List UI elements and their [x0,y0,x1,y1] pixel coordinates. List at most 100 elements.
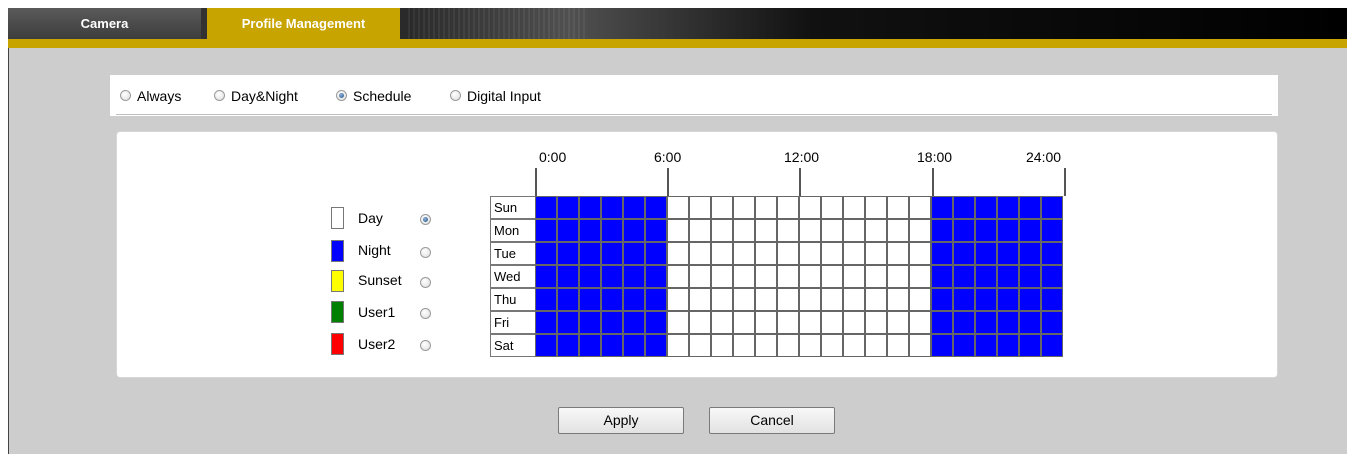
schedule-cell[interactable] [667,311,689,334]
mode-radio-day-night[interactable] [214,90,225,101]
schedule-cell[interactable] [689,219,711,242]
schedule-cell[interactable] [821,196,843,219]
schedule-cell[interactable] [755,196,777,219]
schedule-cell[interactable] [535,288,557,311]
schedule-cell[interactable] [645,288,667,311]
mode-radio-always[interactable] [120,90,131,101]
schedule-cell[interactable] [1019,311,1041,334]
schedule-cell[interactable] [601,219,623,242]
schedule-cell[interactable] [645,265,667,288]
schedule-cell[interactable] [1019,242,1041,265]
schedule-cell[interactable] [997,219,1019,242]
legend-radio-sunset[interactable] [420,277,431,288]
schedule-cell[interactable] [601,265,623,288]
schedule-cell[interactable] [535,219,557,242]
schedule-cell[interactable] [711,311,733,334]
schedule-cell[interactable] [821,334,843,357]
schedule-cell[interactable] [733,311,755,334]
schedule-cell[interactable] [689,288,711,311]
schedule-cell[interactable] [623,219,645,242]
schedule-cell[interactable] [1041,242,1063,265]
schedule-cell[interactable] [1041,219,1063,242]
schedule-cell[interactable] [579,311,601,334]
schedule-cell[interactable] [711,196,733,219]
schedule-cell[interactable] [909,288,931,311]
schedule-cell[interactable] [557,196,579,219]
schedule-cell[interactable] [909,196,931,219]
schedule-cell[interactable] [821,242,843,265]
schedule-cell[interactable] [821,288,843,311]
schedule-cell[interactable] [799,242,821,265]
schedule-cell[interactable] [953,196,975,219]
schedule-cell[interactable] [1019,334,1041,357]
schedule-cell[interactable] [579,219,601,242]
schedule-cell[interactable] [887,265,909,288]
schedule-cell[interactable] [931,265,953,288]
schedule-cell[interactable] [975,334,997,357]
schedule-cell[interactable] [733,288,755,311]
schedule-cell[interactable] [755,242,777,265]
schedule-cell[interactable] [887,311,909,334]
schedule-cell[interactable] [535,265,557,288]
schedule-cell[interactable] [557,288,579,311]
schedule-cell[interactable] [623,265,645,288]
schedule-cell[interactable] [799,196,821,219]
schedule-cell[interactable] [667,219,689,242]
schedule-cell[interactable] [799,334,821,357]
schedule-cell[interactable] [843,196,865,219]
schedule-cell[interactable] [931,334,953,357]
schedule-cell[interactable] [689,265,711,288]
schedule-cell[interactable] [733,265,755,288]
schedule-cell[interactable] [975,311,997,334]
schedule-cell[interactable] [755,288,777,311]
schedule-cell[interactable] [1041,334,1063,357]
schedule-cell[interactable] [623,242,645,265]
schedule-cell[interactable] [843,334,865,357]
schedule-cell[interactable] [843,242,865,265]
schedule-cell[interactable] [1041,288,1063,311]
schedule-cell[interactable] [865,288,887,311]
schedule-cell[interactable] [689,196,711,219]
schedule-cell[interactable] [579,265,601,288]
schedule-cell[interactable] [689,311,711,334]
schedule-cell[interactable] [887,219,909,242]
schedule-cell[interactable] [733,242,755,265]
schedule-cell[interactable] [843,219,865,242]
schedule-cell[interactable] [579,334,601,357]
schedule-cell[interactable] [953,242,975,265]
schedule-cell[interactable] [623,334,645,357]
schedule-cell[interactable] [689,242,711,265]
schedule-cell[interactable] [667,288,689,311]
schedule-cell[interactable] [755,219,777,242]
schedule-cell[interactable] [557,265,579,288]
schedule-cell[interactable] [645,219,667,242]
schedule-cell[interactable] [601,288,623,311]
schedule-cell[interactable] [953,265,975,288]
legend-radio-night[interactable] [420,247,431,258]
schedule-cell[interactable] [887,196,909,219]
schedule-cell[interactable] [711,219,733,242]
schedule-cell[interactable] [799,311,821,334]
schedule-cell[interactable] [579,196,601,219]
schedule-cell[interactable] [909,219,931,242]
schedule-cell[interactable] [557,334,579,357]
schedule-cell[interactable] [777,288,799,311]
legend-radio-user1[interactable] [420,308,431,319]
schedule-cell[interactable] [557,242,579,265]
schedule-cell[interactable] [887,288,909,311]
schedule-cell[interactable] [645,311,667,334]
schedule-cell[interactable] [997,288,1019,311]
schedule-cell[interactable] [953,288,975,311]
mode-radio-schedule[interactable] [336,90,347,101]
schedule-cell[interactable] [623,311,645,334]
schedule-cell[interactable] [601,242,623,265]
schedule-cell[interactable] [953,334,975,357]
schedule-cell[interactable] [865,219,887,242]
schedule-cell[interactable] [535,196,557,219]
schedule-cell[interactable] [909,334,931,357]
schedule-cell[interactable] [865,311,887,334]
schedule-cell[interactable] [887,242,909,265]
schedule-cell[interactable] [975,196,997,219]
schedule-cell[interactable] [997,242,1019,265]
legend-radio-user2[interactable] [420,340,431,351]
